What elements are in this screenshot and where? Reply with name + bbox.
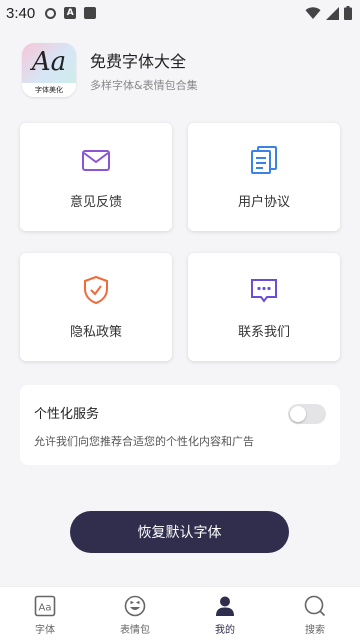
personalized-service-toggle[interactable] [288, 404, 326, 424]
nav-label-mine: 我的 [215, 625, 235, 636]
contact-us-card[interactable]: 联系我们 [188, 253, 340, 361]
logo-caption: 字体美化 [22, 83, 76, 97]
bottom-nav: Aa 字体 表情包 我的 搜索 [0, 586, 360, 641]
feedback-card[interactable]: 意见反馈 [20, 123, 172, 231]
restore-default-font-button[interactable]: 恢复默认字体 [70, 511, 289, 553]
app-title: 免费字体大全 [90, 51, 187, 71]
nav-item-font[interactable]: Aa 字体 [0, 587, 90, 641]
privacy-policy-card[interactable]: 隐私政策 [20, 253, 172, 361]
emoji-icon [124, 595, 146, 617]
nav-item-mine[interactable]: 我的 [180, 587, 270, 641]
toggle-knob [290, 406, 306, 422]
font-icon: Aa [34, 595, 56, 617]
user-agreement-card[interactable]: 用户协议 [188, 123, 340, 231]
square-notification-icon [84, 7, 97, 19]
svg-text:Aa: Aa [39, 603, 52, 614]
status-time: 3:40 [6, 4, 36, 22]
privacy-policy-label: 隐私政策 [69, 324, 122, 340]
user-agreement-label: 用户协议 [237, 194, 290, 210]
app-subtitle: 多样字体&表情包合集 [90, 78, 198, 92]
nav-label-emoji: 表情包 [120, 625, 150, 636]
document-icon [251, 145, 277, 174]
nav-item-emoji[interactable]: 表情包 [90, 587, 180, 641]
app-notification-icon: A [64, 7, 77, 19]
search-icon [304, 595, 326, 617]
personalized-service-panel: 个性化服务 允许我们向您推荐合适您的个性化内容和广告 [20, 385, 340, 465]
status-bar: 3:40 A [0, 0, 360, 26]
nav-label-search: 搜索 [305, 625, 325, 636]
service-title: 个性化服务 [34, 407, 100, 422]
battery-icon [344, 6, 352, 20]
feedback-label: 意见反馈 [69, 194, 122, 210]
contact-us-label: 联系我们 [237, 324, 290, 340]
wifi-icon [305, 6, 321, 19]
mail-icon [82, 149, 110, 171]
app-header: Aa 字体美化 免费字体大全 多样字体&表情包合集 [22, 42, 342, 98]
logo-text: Aa [31, 47, 67, 77]
nav-item-search[interactable]: 搜索 [270, 587, 360, 641]
signal-icon [326, 6, 339, 20]
service-description: 允许我们向您推荐合适您的个性化内容和广告 [34, 435, 254, 448]
person-icon [216, 596, 234, 616]
chat-icon [251, 278, 277, 303]
settings-notification-icon [45, 7, 57, 19]
nav-label-font: 字体 [35, 625, 55, 636]
shield-check-icon [84, 275, 108, 304]
app-logo: Aa 字体美化 [22, 43, 76, 97]
